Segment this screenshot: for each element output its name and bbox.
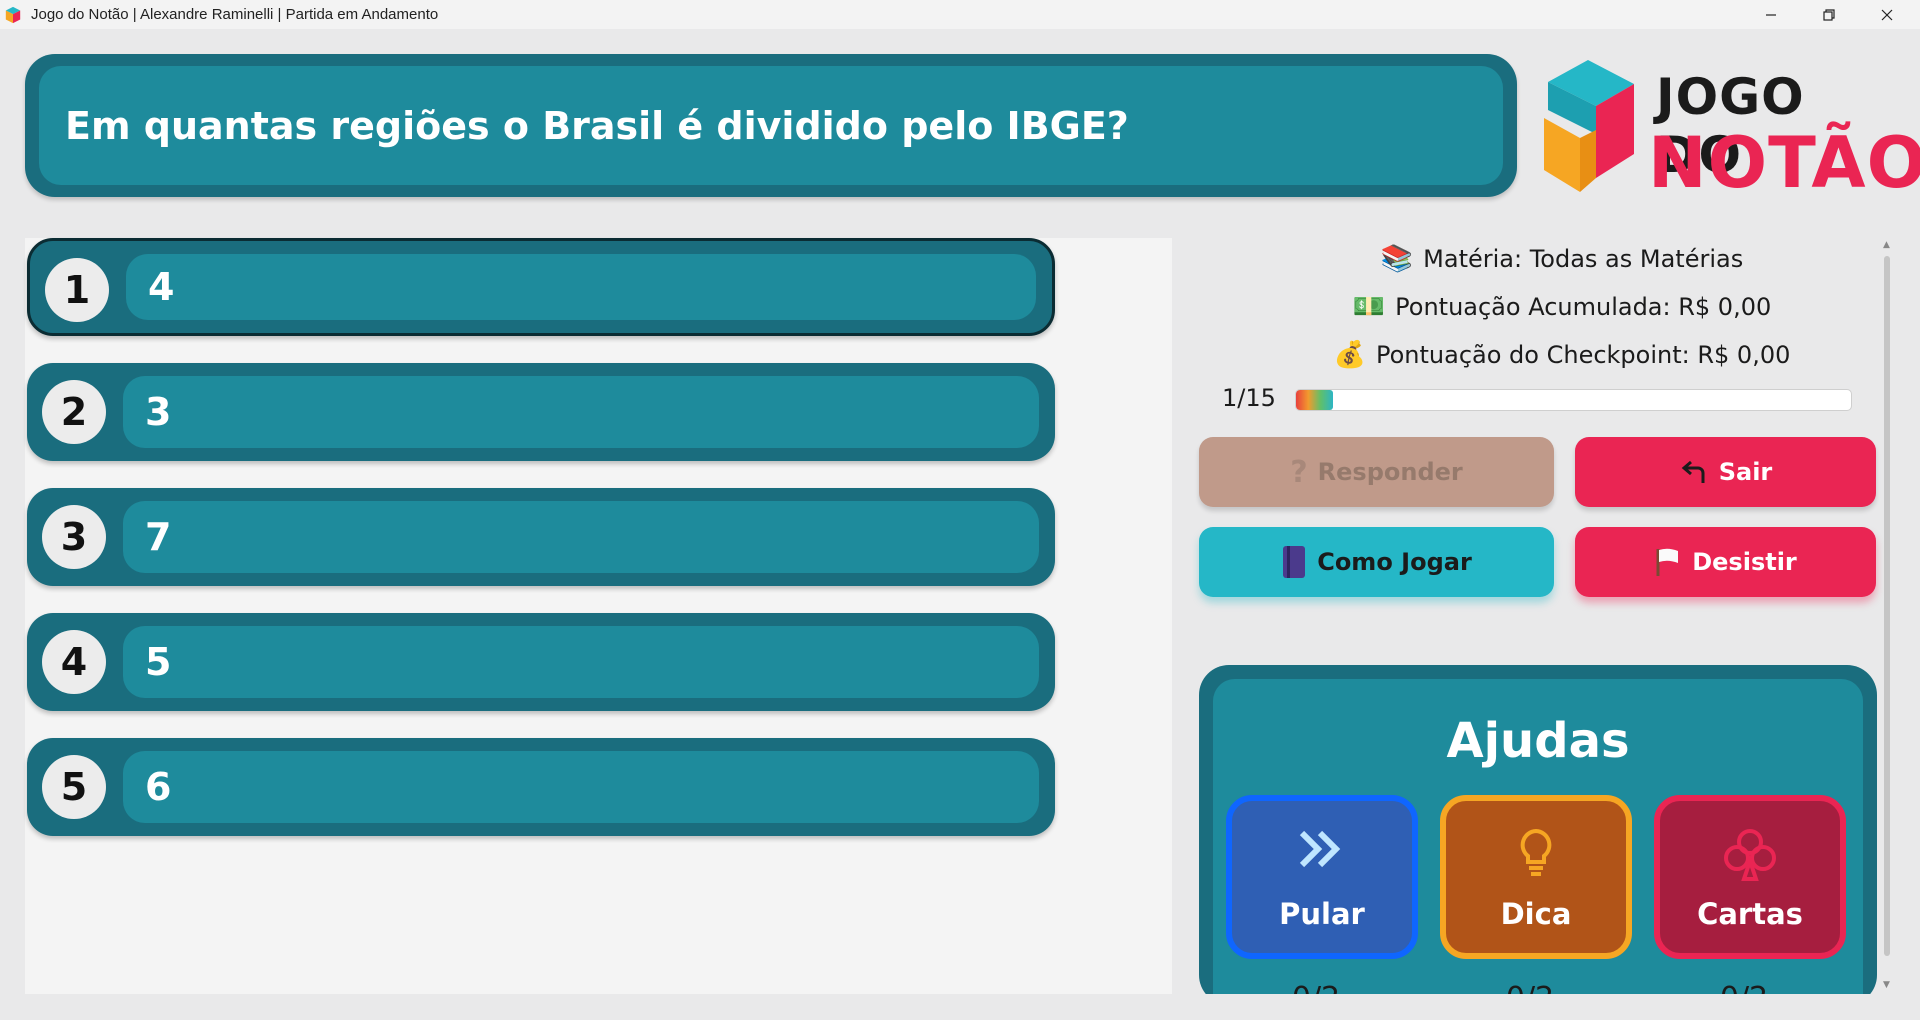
book-icon (1281, 545, 1307, 579)
answer-bar: 6 (123, 751, 1039, 823)
desistir-button[interactable]: Desistir (1575, 527, 1876, 597)
money-bag-icon: 💰 (1333, 340, 1366, 370)
answer-option-2[interactable]: 2 3 (27, 363, 1055, 461)
progress-bar (1295, 389, 1852, 411)
game-logo: JOGO DO NOTÃO (1540, 58, 1920, 204)
subject-text: Matéria: Todas as Matérias (1423, 245, 1744, 273)
helps-panel: Ajudas Pular Dica Cartas 0/2 0/2 0/2 (1199, 665, 1877, 1016)
minimize-button[interactable] (1742, 0, 1800, 29)
question-mark-icon: ? (1290, 454, 1308, 490)
minimize-icon (1766, 13, 1776, 16)
helps-title: Ajudas (1446, 713, 1630, 769)
answer-bar: 3 (123, 376, 1039, 448)
subject-line: 📚 Matéria: Todas as Matérias (1192, 242, 1920, 276)
restore-icon (1823, 8, 1835, 21)
checkpoint-score-text: Pontuação do Checkpoint: R$ 0,00 (1376, 341, 1791, 369)
club-icon (1660, 827, 1840, 883)
answer-option-4[interactable]: 4 5 (27, 613, 1055, 711)
white-flag-icon (1654, 547, 1682, 577)
sair-label: Sair (1718, 458, 1773, 486)
answer-number: 5 (42, 755, 106, 819)
answer-number: 4 (42, 630, 106, 694)
help-cartas-label: Cartas (1697, 897, 1803, 931)
double-chevron-right-icon (1232, 827, 1412, 871)
scroll-up-icon[interactable]: ▲ (1883, 240, 1890, 250)
help-dica-label: Dica (1500, 897, 1572, 931)
help-cartas-button[interactable]: Cartas (1654, 795, 1846, 959)
restore-button[interactable] (1800, 0, 1858, 29)
question-inner: Em quantas regiões o Brasil é dividido p… (39, 66, 1503, 185)
answer-number: 2 (42, 380, 106, 444)
help-pular-label: Pular (1279, 897, 1365, 931)
accumulated-score-text: Pontuação Acumulada: R$ 0,00 (1395, 293, 1772, 321)
answer-number: 1 (45, 258, 109, 322)
answer-text: 7 (145, 515, 172, 559)
close-button[interactable] (1858, 0, 1916, 29)
responder-label: Responder (1317, 458, 1463, 486)
logo-line2: NOTÃO (1648, 122, 1920, 204)
window-titlebar: Jogo do Notão | Alexandre Raminelli | Pa… (0, 0, 1920, 29)
progress-label: 1/15 (1222, 384, 1276, 412)
right-scrollbar[interactable]: ▲ ▼ (1880, 238, 1894, 994)
answer-option-5[interactable]: 5 6 (27, 738, 1055, 836)
answer-text: 3 (145, 390, 172, 434)
responder-button[interactable]: ? Responder (1199, 437, 1554, 507)
close-icon (1881, 9, 1893, 20)
answer-bar: 5 (123, 626, 1039, 698)
scroll-down-icon[interactable]: ▼ (1883, 980, 1890, 990)
desistir-label: Desistir (1692, 548, 1797, 576)
app-icon (5, 6, 21, 23)
progress-fill (1296, 390, 1333, 410)
answer-option-1[interactable]: 1 4 (27, 238, 1055, 336)
help-dica-button[interactable]: Dica (1440, 795, 1632, 959)
answer-text: 5 (145, 640, 172, 684)
como-jogar-button[interactable]: Como Jogar (1199, 527, 1554, 597)
answer-option-3[interactable]: 3 7 (27, 488, 1055, 586)
logo-cube-icon (1544, 60, 1634, 192)
books-icon: 📚 (1380, 244, 1414, 274)
answer-text: 4 (148, 265, 175, 309)
sair-button[interactable]: Sair (1575, 437, 1876, 507)
question-box: Em quantas regiões o Brasil é dividido p… (25, 54, 1517, 197)
scroll-thumb[interactable] (1884, 256, 1890, 956)
help-pular-button[interactable]: Pular (1226, 795, 1418, 959)
helps-inner: Ajudas Pular Dica Cartas 0/2 0/2 0/2 (1213, 679, 1863, 1016)
checkpoint-score-line: 💰 Pontuação do Checkpoint: R$ 0,00 (1192, 338, 1920, 372)
lightbulb-icon (1446, 827, 1626, 879)
como-jogar-label: Como Jogar (1317, 548, 1472, 576)
window-title: Jogo do Notão | Alexandre Raminelli | Pa… (31, 6, 439, 23)
bottom-strip (0, 994, 1920, 1020)
answer-bar: 7 (123, 501, 1039, 573)
answers-panel: 1 4 2 3 3 7 4 5 5 6 (25, 238, 1172, 994)
money-icon: 💵 (1352, 292, 1386, 322)
accumulated-score-line: 💵 Pontuação Acumulada: R$ 0,00 (1192, 290, 1920, 324)
answer-bar: 4 (126, 254, 1036, 320)
answer-text: 6 (145, 765, 172, 809)
answer-number: 3 (42, 505, 106, 569)
question-text: Em quantas regiões o Brasil é dividido p… (65, 103, 1129, 148)
return-arrow-icon (1679, 459, 1709, 485)
